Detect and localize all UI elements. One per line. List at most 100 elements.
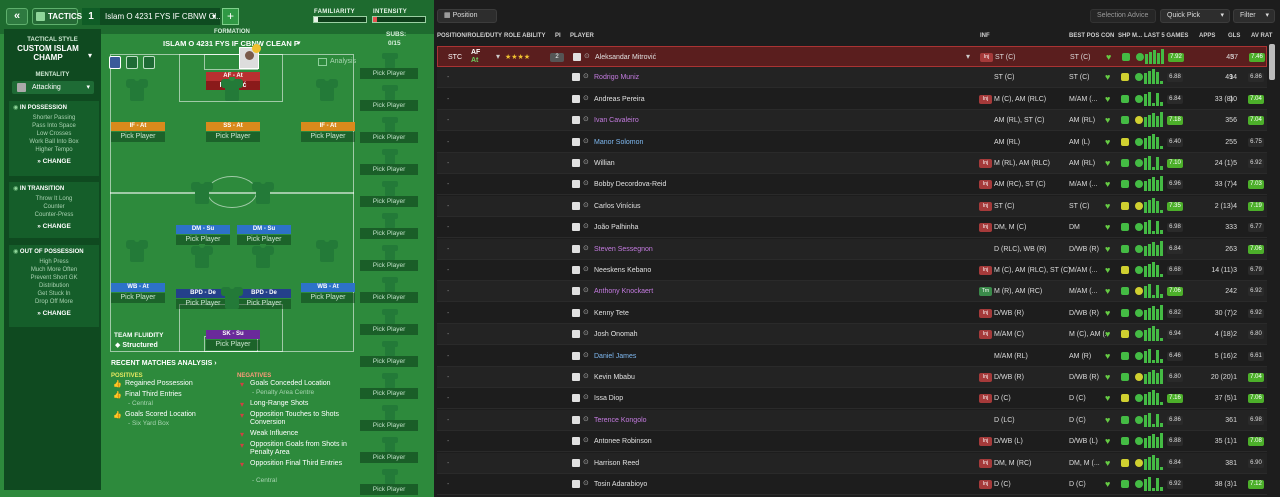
player-row[interactable]: - ⊙ Andreas Pereira Inj M (C), AM (RLC) M/AM …	[437, 89, 1267, 110]
sub-pick-player-button[interactable]: Pick Player	[360, 100, 418, 111]
sub-pick-player-button[interactable]: Pick Player	[360, 356, 418, 367]
sub-pick-player-button[interactable]: Pick Player	[360, 260, 418, 271]
col-av-rat[interactable]: AV RAT	[1251, 33, 1272, 39]
player-row[interactable]: - ⊙ Antonee Robinson Inj D/WB (L) D/WB (L) ♥ 6.…	[437, 431, 1267, 453]
player-name[interactable]: Rodrigo Muniz	[594, 67, 814, 88]
col-inf[interactable]: INF	[980, 33, 990, 39]
player-name[interactable]: Willian	[594, 153, 814, 174]
tactical-style-name[interactable]: CUSTOM ISLAM CHAMP	[8, 44, 88, 62]
player-row[interactable]: STC AF At ▾ ★★★★ 2 ▾ ⊙ Aleksandar Mitrović Inj ST …	[437, 46, 1267, 67]
player-row[interactable]: - ⊙ Rodrigo Muniz ST (C) ST (C) ♥ 6.88 49 14 6.86	[437, 67, 1267, 89]
player-row[interactable]: - ⊙ Kevin Mbabu Inj D/WB (R) D/WB (R) ♥ 6.80 20 …	[437, 367, 1267, 388]
sub-pick-player-button[interactable]: Pick Player	[360, 196, 418, 207]
player-row[interactable]: - ⊙ Issa Diop Inj D (C) D (C) ♥ 7.16 37 (5) 1 7.06	[437, 388, 1267, 410]
col-apps[interactable]: APPS	[1199, 33, 1215, 39]
pick-player-button[interactable]: Pick Player	[301, 132, 355, 142]
sub-pick-player-button[interactable]: Pick Player	[360, 420, 418, 431]
scrollbar[interactable]	[1269, 44, 1275, 80]
col-goals[interactable]: GLS	[1228, 33, 1240, 39]
player-row[interactable]: - ⊙ Daniel James M/AM (RL) AM (R) ♥ 6.46 5 (16)…	[437, 346, 1267, 367]
player-shirt-icon[interactable]	[126, 236, 148, 262]
player-shirt-icon[interactable]	[191, 242, 213, 268]
player-name[interactable]: Harrison Reed	[594, 453, 814, 474]
player-row[interactable]: - ⊙ João Palhinha Inj DM, M (C) DM ♥ 6.98 33 3 6.7…	[437, 217, 1267, 239]
player-shirt-icon[interactable]	[221, 283, 243, 309]
col-position[interactable]: POSITION/ROLE/DUTY	[437, 33, 502, 39]
analysis-checkbox[interactable]	[318, 58, 327, 66]
sub-pick-player-button[interactable]: Pick Player	[360, 388, 418, 399]
sub-pick-player-button[interactable]: Pick Player	[360, 292, 418, 303]
role-duty[interactable]: AF At	[471, 49, 480, 65]
sub-pick-player-button[interactable]: Pick Player	[360, 132, 418, 143]
sub-pick-player-button[interactable]: Pick Player	[360, 68, 418, 79]
role-ss[interactable]: SS - At	[206, 122, 260, 131]
player-row[interactable]: - ⊙ Anthony Knockaert Trn M (R), AM (RC) M/AM…	[437, 281, 1267, 303]
tactics-menu-button[interactable]: TACTICS	[32, 8, 82, 25]
pick-player-button[interactable]: Pick Player	[111, 293, 165, 303]
player-name[interactable]: Daniel James	[594, 346, 814, 367]
pi-icon[interactable]: 2	[550, 53, 564, 62]
player-row[interactable]: - ⊙ Carlos Vinícius Inj ST (C) ST (C) ♥ 7.35 2 (…	[437, 195, 1267, 217]
role-dm-l[interactable]: DM - Su	[176, 225, 230, 234]
possession-change-button[interactable]: » CHANGE	[9, 158, 99, 165]
col-last-5-games[interactable]: LAST 5 GAMES	[1144, 33, 1188, 39]
intensity-bar[interactable]	[372, 16, 426, 23]
player-name[interactable]: Kevin Mbabu	[594, 367, 814, 388]
selection-advice-button[interactable]: Selection Advice	[1090, 9, 1156, 23]
player-name[interactable]: Antonee Robinson	[594, 431, 814, 452]
sub-pick-player-button[interactable]: Pick Player	[360, 228, 418, 239]
role-if-r[interactable]: IF - At	[301, 122, 355, 131]
player-row[interactable]: - ⊙ Tosin Adarabioyo Inj D (C) D (C) ♥ 6.92 38 (…	[437, 474, 1267, 495]
player-name[interactable]: Kenny Tete	[594, 303, 814, 324]
player-shirt-icon[interactable]	[252, 178, 274, 204]
player-name[interactable]: Tosin Adarabioyo	[594, 474, 814, 495]
player-name[interactable]: Manor Solomon	[594, 132, 814, 153]
sub-pick-player-button[interactable]: Pick Player	[360, 164, 418, 175]
player-row[interactable]: - ⊙ Kenny Tete Inj D/WB (R) D/WB (R) ♥ 6.82 30 (…	[437, 303, 1267, 324]
player-name[interactable]: Josh Onomah	[594, 324, 814, 345]
filter-dropdown[interactable]: Filter ▾	[1233, 9, 1275, 23]
pick-player-button[interactable]: Pick Player	[301, 293, 355, 303]
pick-player-button[interactable]: Pick Player	[237, 299, 291, 309]
role-if-l[interactable]: IF - At	[111, 122, 165, 131]
player-row[interactable]: - ⊙ Terence Kongolo D (LC) D (C) ♥ 6.86 36 1 6.98	[437, 409, 1267, 431]
player-name[interactable]: Steven Sessegnon	[594, 239, 814, 260]
pick-player-button[interactable]: Pick Player	[206, 132, 260, 142]
player-name[interactable]: Anthony Knockaert	[594, 281, 814, 302]
sub-pick-player-button[interactable]: Pick Player	[360, 452, 418, 463]
player-name[interactable]: Bobby Decordova-Reid	[594, 174, 814, 195]
player-shirt-icon[interactable]	[252, 242, 274, 268]
tactic-name-dropdown[interactable]: Islam O 4231 FYS IF CBNW Cl... ▾	[100, 8, 220, 25]
player-name[interactable]: Neeskens Kebano	[594, 260, 814, 281]
player-name[interactable]: Ivan Cavaleiro	[594, 110, 814, 131]
player-row[interactable]: - ⊙ Ivan Cavaleiro AM (RL), ST (C) AM (RL) ♥ 7…	[437, 110, 1267, 132]
pick-player-button[interactable]: Pick Player	[206, 340, 260, 350]
mentality-dropdown[interactable]: Attacking ▾	[12, 81, 94, 94]
add-tactic-button[interactable]: +	[222, 8, 239, 25]
col-role-ability[interactable]: ROLE ABILITY	[504, 33, 545, 39]
tactic-slot-number[interactable]: 1	[82, 8, 100, 25]
stats-icon[interactable]	[126, 56, 138, 69]
player-name[interactable]: Carlos Vinícius	[594, 196, 814, 217]
col-con[interactable]: CON	[1101, 33, 1114, 39]
player-instructions-icon[interactable]	[109, 56, 121, 69]
position-slot[interactable]: STC	[448, 47, 462, 68]
player-row[interactable]: - ⊙ Steven Sessegnon D (RLC), WB (R) D/WB (R…	[437, 238, 1267, 260]
role-bpd-r[interactable]: BPD - De	[237, 289, 291, 298]
pick-player-button[interactable]: Pick Player	[111, 132, 165, 142]
player-row[interactable]: - ⊙ Harrison Reed Inj DM, M (RC) DM, M (... ♥ 6…	[437, 452, 1267, 474]
transition-change-button[interactable]: » CHANGE	[9, 223, 99, 230]
recent-matches-analysis-title[interactable]: RECENT MATCHES ANALYSIS ›	[111, 360, 217, 367]
familiarity-bar[interactable]	[313, 16, 367, 23]
role-sk[interactable]: SK - Su	[206, 330, 260, 339]
col-shp[interactable]: SHP	[1118, 33, 1130, 39]
player-name[interactable]: Issa Diop	[594, 388, 814, 409]
sub-pick-player-button[interactable]: Pick Player	[360, 484, 418, 495]
player-shirt-icon[interactable]	[316, 75, 338, 101]
position-dropdown[interactable]: ▦ Position	[437, 9, 497, 23]
col-pi[interactable]: PI	[555, 33, 561, 39]
player-name[interactable]: Terence Kongolo	[594, 410, 814, 431]
player-shirt-icon[interactable]	[221, 75, 243, 101]
col-morale[interactable]: M...	[1132, 33, 1142, 39]
player-row[interactable]: - ⊙ Manor Solomon AM (RL) AM (L) ♥ 6.40 25 5 6.75	[437, 132, 1267, 153]
